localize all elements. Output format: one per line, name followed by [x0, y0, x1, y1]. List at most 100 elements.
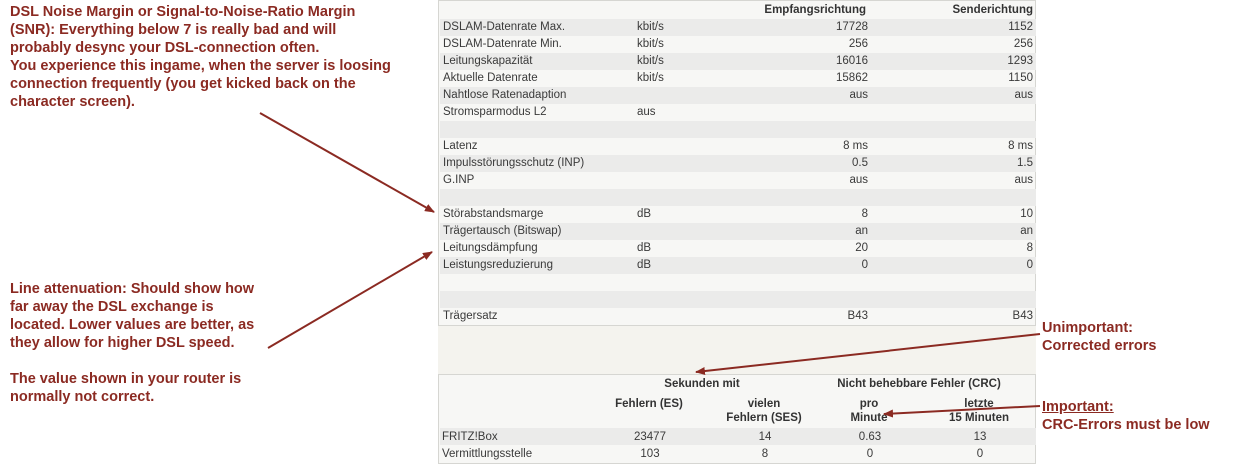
annotation-line: connection frequently (you get kicked ba… — [10, 76, 356, 92]
table-row: Trägertausch (Bitswap) an an — [440, 223, 1036, 240]
header-downstream: Empfangsrichtung — [764, 4, 866, 16]
row-label: Trägertausch (Bitswap) — [443, 225, 562, 237]
header-ses-line1: vielen — [747, 398, 781, 410]
row-label: DSLAM-Datenrate Max. — [443, 21, 566, 33]
cell-ses: 14 — [758, 431, 772, 443]
cell-downstream: 8 — [861, 208, 868, 220]
row-label: Störabstandsmarge — [443, 208, 544, 220]
cell-downstream: 15862 — [836, 72, 868, 84]
cell-downstream: an — [855, 225, 868, 237]
table-row — [440, 274, 1036, 291]
annotation-line: The value shown in your router is — [10, 371, 242, 387]
panel-gap — [438, 326, 1036, 374]
annotation-line: Unimportant: — [1042, 320, 1134, 336]
cell-downstream: 256 — [848, 38, 868, 50]
table-row: Latenz 8 ms 8 ms — [440, 138, 1036, 155]
arrow-attenuation — [267, 251, 433, 349]
row-unit: aus — [637, 106, 656, 118]
cell-per-minute: 0.63 — [858, 431, 882, 443]
annotation-line: Line attenuation: Should show how — [10, 281, 255, 297]
header-per-minute-line2: Minute — [850, 412, 888, 424]
table-row: Vermittlungsstelle 103 8 0 0 — [440, 445, 1036, 462]
table-row: Impulsstörungsschutz (INP) 0.5 1.5 — [440, 155, 1036, 172]
row-unit: kbit/s — [637, 21, 664, 33]
table-row — [440, 291, 1036, 308]
table-row: Störabstandsmarge dB 8 10 — [440, 206, 1036, 223]
header-upstream: Senderichtung — [952, 4, 1033, 16]
row-unit: kbit/s — [637, 55, 664, 67]
cell-upstream: 1.5 — [1017, 157, 1033, 169]
table-row: DSLAM-Datenrate Min. kbit/s 256 256 — [440, 36, 1036, 53]
row-label: Leistungsreduzierung — [443, 259, 553, 271]
unimportant-annotation: Unimportant: Corrected errors — [1042, 319, 1156, 355]
cell-upstream: 1152 — [1008, 21, 1033, 33]
row-label: Trägersatz — [443, 310, 498, 322]
annotation-line: (SNR): Everything below 7 is really bad … — [10, 22, 337, 38]
cell-upstream: 256 — [1013, 38, 1033, 50]
header-last15-line1: letzte — [964, 398, 994, 410]
row-label: Aktuelle Datenrate — [443, 72, 538, 84]
cell-upstream: an — [1020, 225, 1033, 237]
cell-downstream: 20 — [855, 242, 868, 254]
attenuation-annotation: Line attenuation: Should show how far aw… — [10, 280, 254, 406]
cell-ses: 8 — [761, 448, 769, 460]
table-row: DSLAM-Datenrate Max. kbit/s 17728 1152 — [440, 19, 1036, 36]
row-label: Stromsparmodus L2 — [443, 106, 547, 118]
row-label: Latenz — [443, 140, 478, 152]
cell-downstream: 8 ms — [843, 140, 868, 152]
header-seconds-with: Sekunden mit — [664, 378, 740, 390]
row-unit: dB — [637, 259, 652, 271]
cell-last15: 0 — [976, 448, 984, 460]
annotation-line: normally not correct. — [10, 389, 155, 405]
arrow-snr — [259, 112, 435, 213]
table-row: Aktuelle Datenrate kbit/s 15862 1150 — [440, 70, 1036, 87]
table-row: Stromsparmodus L2 aus — [440, 104, 1036, 121]
header-ses-line2: Fehlern (SES) — [726, 412, 802, 424]
cell-per-minute: 0 — [866, 448, 874, 460]
cell-downstream: 16016 — [836, 55, 868, 67]
row-unit: dB — [637, 242, 652, 254]
annotation-line: Important: — [1042, 399, 1114, 415]
row-label: Impulsstörungsschutz (INP) — [443, 157, 585, 169]
snr-annotation: DSL Noise Margin or Signal-to-Noise-Rati… — [10, 3, 391, 111]
annotation-line: far away the DSL exchange is — [10, 299, 214, 315]
cell-last15: 13 — [973, 431, 987, 443]
cell-upstream: 8 — [1026, 242, 1033, 254]
cell-upstream: 8 ms — [1008, 140, 1033, 152]
header-crc-errors: Nicht behebbare Fehler (CRC) — [837, 378, 1001, 390]
header-last15-line2: 15 Minuten — [948, 412, 1010, 424]
annotation-line: DSL Noise Margin or Signal-to-Noise-Rati… — [10, 4, 356, 20]
cell-downstream: B43 — [847, 310, 868, 322]
cell-downstream: aus — [849, 89, 868, 101]
table-row: Leitungsdämpfung dB 20 8 — [440, 240, 1036, 257]
row-label: Vermittlungsstelle — [442, 448, 533, 460]
cell-upstream: 1293 — [1007, 55, 1033, 67]
header-es: Fehlern (ES) — [615, 398, 683, 410]
important-annotation: Important: CRC-Errors must be low — [1042, 398, 1210, 434]
row-unit: kbit/s — [637, 38, 664, 50]
cell-upstream: 0 — [1026, 259, 1033, 271]
row-label: FRITZ!Box — [442, 431, 498, 443]
table-row: Trägersatz B43 B43 — [440, 308, 1036, 325]
error-stats-panel: Sekunden mit Nicht behebbare Fehler (CRC… — [438, 374, 1036, 464]
table-row — [440, 121, 1036, 138]
cell-upstream: aus — [1014, 174, 1033, 186]
annotation-spacer — [10, 352, 254, 370]
annotation-line: probably desync your DSL-connection ofte… — [10, 40, 320, 56]
annotation-line: character screen). — [10, 94, 135, 110]
row-label: G.INP — [443, 174, 475, 186]
row-unit: dB — [637, 208, 652, 220]
row-label: Leitungskapazität — [443, 55, 533, 67]
annotation-line: You experience this ingame, when the ser… — [10, 58, 391, 74]
table-row: Leistungsreduzierung dB 0 0 — [440, 257, 1036, 274]
table-row — [440, 189, 1036, 206]
table-row: FRITZ!Box 23477 14 0.63 13 — [440, 428, 1036, 445]
annotation-line: they allow for higher DSL speed. — [10, 335, 235, 351]
line-stats-panel: Empfangsrichtung Senderichtung DSLAM-Dat… — [438, 0, 1036, 326]
annotation-line: located. Lower values are better, as — [10, 317, 255, 333]
line-stats-header: Empfangsrichtung Senderichtung — [440, 2, 1036, 19]
header-per-minute-line1: pro — [859, 398, 879, 410]
cell-upstream: aus — [1014, 89, 1033, 101]
cell-downstream: 0.5 — [852, 157, 868, 169]
annotation-line: Corrected errors — [1042, 338, 1157, 354]
